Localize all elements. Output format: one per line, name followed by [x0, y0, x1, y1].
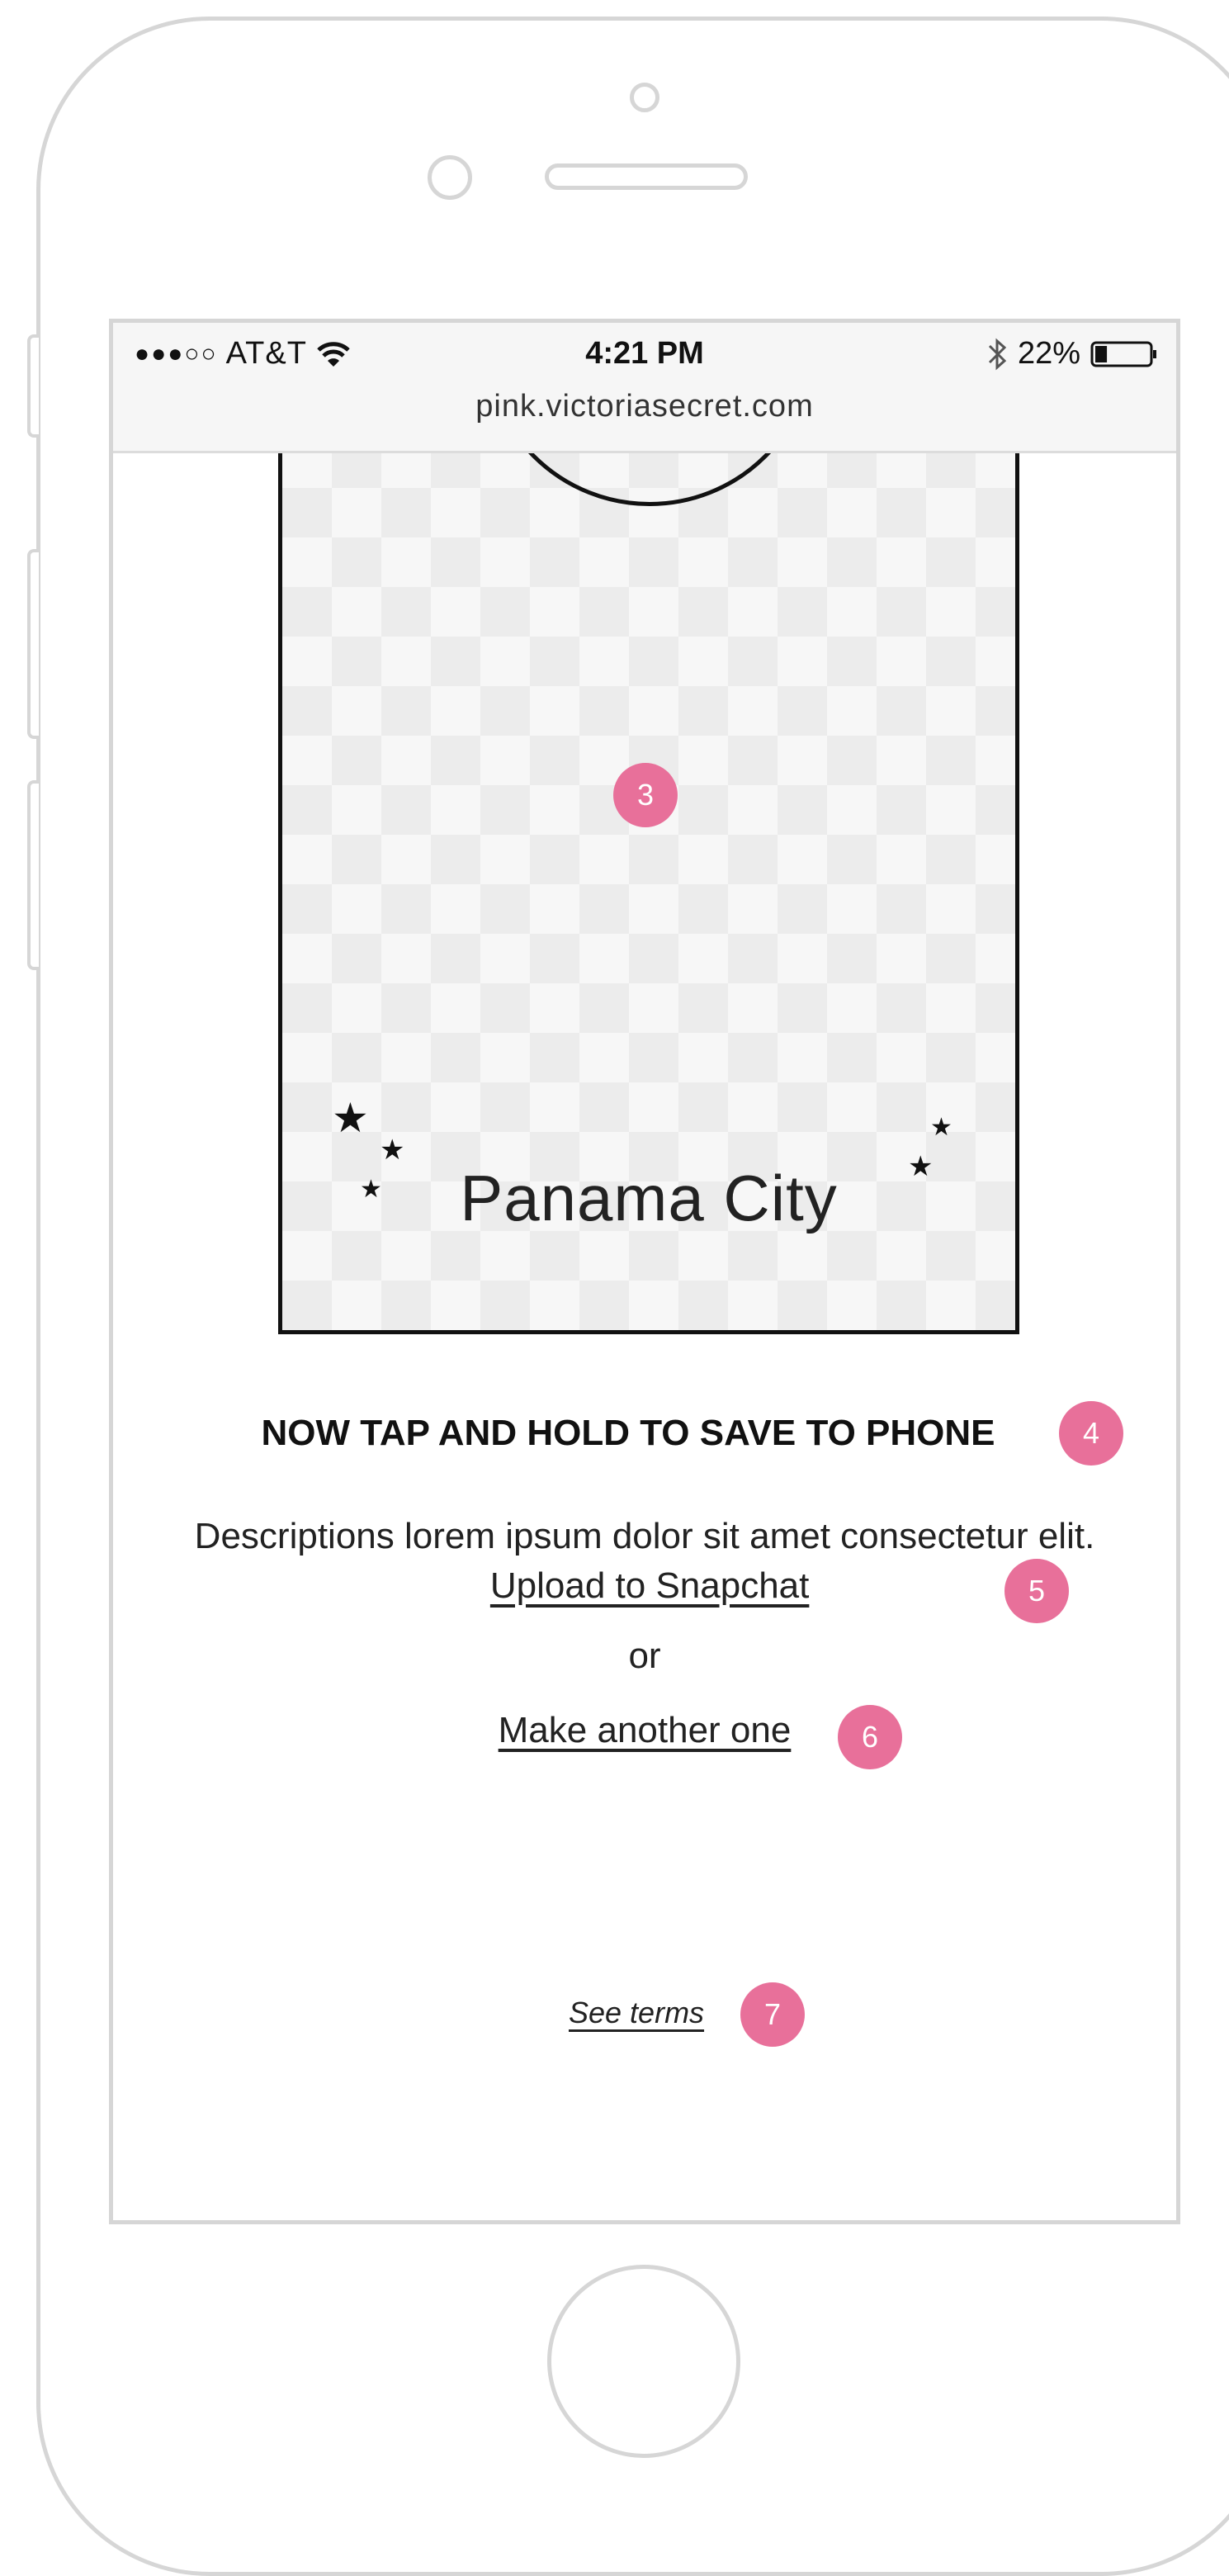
home-button[interactable]: [547, 2265, 740, 2458]
make-another-link[interactable]: Make another one: [499, 1710, 792, 1750]
front-camera: [630, 83, 659, 112]
or-separator: or: [628, 1636, 661, 1676]
address-bar[interactable]: pink.victoriasecret.com: [113, 389, 1176, 424]
proximity-sensor: [428, 155, 472, 200]
battery-group: 22%: [986, 336, 1158, 372]
volume-down-button: [27, 780, 39, 970]
star-icon: ★: [930, 1114, 952, 1141]
upload-to-snapchat-link[interactable]: Upload to Snapchat: [490, 1565, 810, 1606]
earpiece-speaker: [545, 163, 748, 190]
star-icon: ★: [380, 1134, 405, 1166]
status-bar: ●●●○○ AT&T 4:21 PM 22% pink.victoriasecr…: [113, 323, 1176, 453]
volume-up-button: [27, 549, 39, 739]
image-preview[interactable]: ★ ★ ★ ★ ★ Panama City: [278, 438, 1019, 1334]
see-terms-link[interactable]: See terms: [569, 1996, 704, 2030]
city-label: Panama City: [460, 1162, 838, 1234]
star-icon: ★: [332, 1095, 369, 1141]
mute-switch: [27, 334, 39, 438]
description-text: Descriptions lorem ipsum dolor sit amet …: [194, 1516, 1095, 1556]
battery-icon: [1090, 341, 1156, 367]
phone-screen: ★ ★ ★ ★ ★ Panama City 3 ●●●○○ AT&T 4:21 …: [109, 319, 1180, 2224]
save-instruction-heading: NOW TAP AND HOLD TO SAVE TO PHONE: [113, 1413, 1176, 1454]
battery-percent: 22%: [1017, 336, 1080, 371]
make-another-container: Make another one: [113, 1710, 1176, 1751]
annotation-marker: 6: [838, 1705, 902, 1769]
annotation-marker: 7: [740, 1982, 805, 2047]
bluetooth-icon: [988, 338, 1007, 370]
heading-text: NOW TAP AND HOLD TO SAVE TO PHONE: [261, 1413, 995, 1453]
annotation-marker: 5: [1004, 1559, 1069, 1623]
annotation-marker: 4: [1059, 1401, 1123, 1466]
annotation-marker: 3: [613, 763, 678, 827]
